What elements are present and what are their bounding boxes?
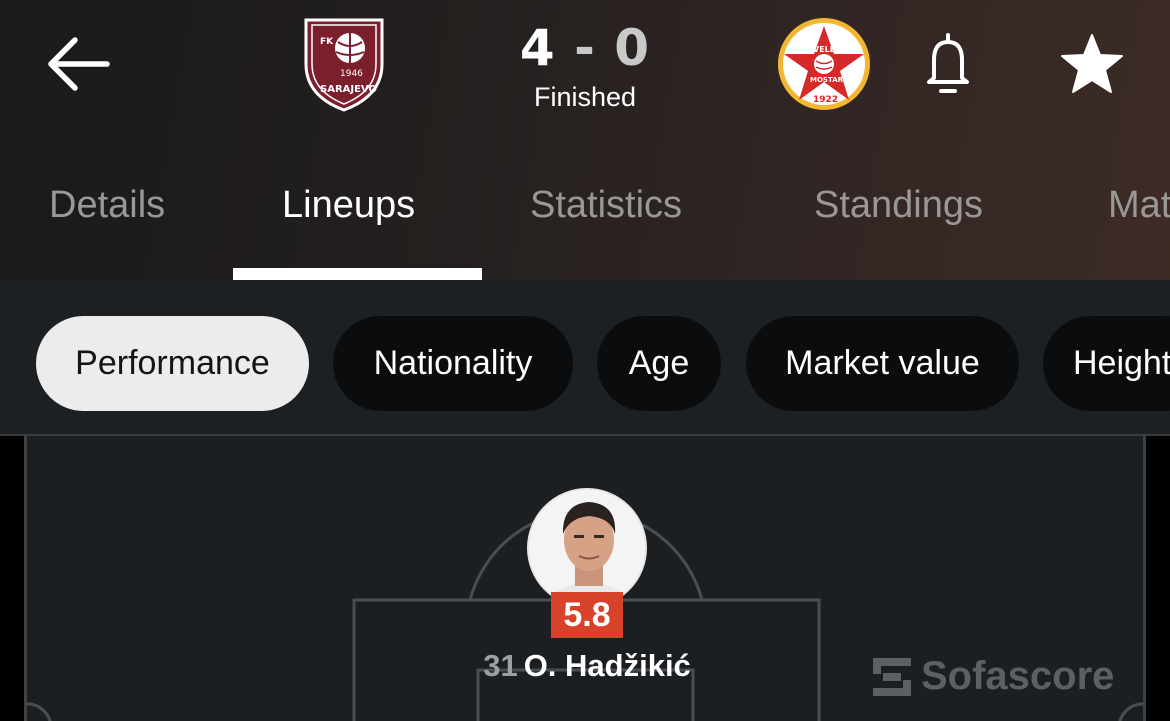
player-avatar (527, 488, 647, 608)
star-icon (1061, 34, 1123, 93)
lineup-filter-bar: Performance Nationality Age Market value… (0, 280, 1170, 434)
home-crest-name: SARAJEVO (320, 84, 377, 95)
tab-standings[interactable]: Standings (814, 184, 983, 227)
score: 4 - 0 (500, 18, 670, 78)
back-arrow-icon (48, 37, 110, 91)
player-rating-badge: 5.8 (551, 592, 623, 638)
home-crest-year: 1946 (340, 69, 363, 79)
away-crest-city: MOSTAR (810, 76, 844, 84)
player-shirt-number: 31 (483, 648, 518, 683)
away-crest-name: VELEŽ (813, 43, 841, 54)
filter-chip-height[interactable]: Height (1043, 316, 1170, 411)
active-tab-indicator (233, 268, 482, 280)
notifications-button[interactable] (916, 28, 980, 100)
tab-matches[interactable]: Matches (1108, 184, 1170, 227)
home-team-crest[interactable]: FK 1946 SARAJEVO (300, 14, 388, 114)
bell-icon (927, 33, 969, 93)
favorite-button[interactable] (1056, 28, 1128, 100)
scoreboard: 4 - 0 Finished (500, 18, 670, 114)
player-goalkeeper[interactable]: 5.8 31 O. Hadžikić (467, 488, 707, 721)
football-pitch: Sofascore 5.8 31 O. Hadžikić (24, 436, 1146, 721)
sofascore-watermark: Sofascore (873, 654, 1114, 699)
filter-chip-performance[interactable]: Performance (36, 316, 309, 411)
away-team-crest[interactable]: VELEŽ MOSTAR 1922 (776, 16, 872, 112)
tab-statistics[interactable]: Statistics (530, 184, 682, 227)
player-name: O. Hadžikić (523, 648, 691, 683)
filter-chip-age[interactable]: Age (597, 316, 721, 411)
score-separator: - (574, 19, 596, 77)
tab-lineups[interactable]: Lineups (282, 184, 415, 227)
sofascore-wordmark: Sofascore (921, 654, 1115, 698)
away-crest-year: 1922 (813, 95, 838, 105)
back-button[interactable] (40, 30, 116, 98)
match-header: FK 1946 SARAJEVO 4 - 0 Finished VELEŽ MO… (0, 0, 1170, 280)
home-score: 4 (519, 19, 556, 77)
away-score: 0 (614, 19, 651, 77)
tab-details[interactable]: Details (49, 184, 165, 227)
player-label: 31 O. Hadžikić (467, 648, 707, 684)
sofascore-logo-icon (873, 657, 911, 696)
match-status: Finished (533, 82, 637, 112)
lineup-pitch-area: Sofascore 5.8 31 O. Hadžikić (0, 434, 1170, 721)
filter-chip-nationality[interactable]: Nationality (333, 316, 573, 411)
home-crest-prefix: FK (320, 37, 334, 47)
match-tabs: Details Lineups Statistics Standings Mat… (0, 170, 1170, 280)
filter-chip-market-value[interactable]: Market value (746, 316, 1019, 411)
